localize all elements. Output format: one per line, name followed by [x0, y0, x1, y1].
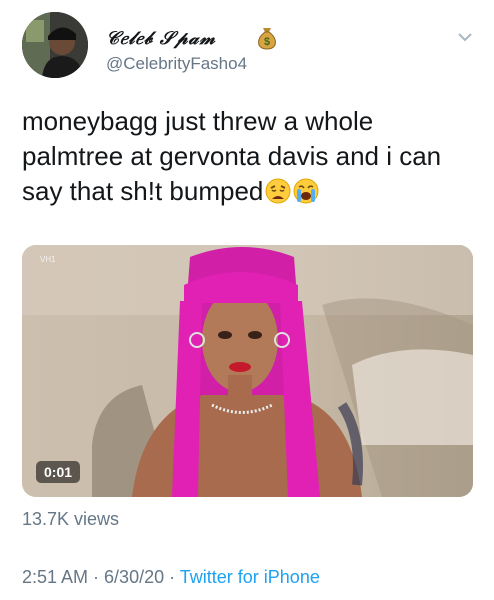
meta-separator: ·	[88, 567, 105, 587]
video-timer: 0:01	[36, 461, 81, 483]
tweet-text: moneybagg just threw a whole palmtree at…	[22, 104, 474, 209]
video-player[interactable]: VH1 0:01	[22, 245, 473, 497]
author-name[interactable]: 𝒞𝑒𝓁𝑒𝒷 𝒮𝓅𝒶𝓂	[106, 28, 216, 49]
avatar[interactable]	[22, 12, 88, 78]
meta-separator-2: ·	[164, 567, 180, 587]
tweet-text-line-3: say that shǃt bumped	[22, 176, 264, 206]
weary-face-icon	[265, 178, 291, 204]
tweet-source-link[interactable]: Twitter for iPhone	[180, 567, 320, 587]
tweet-header: 𝒞𝑒𝓁𝑒𝒷 𝒮𝓅𝒶𝓂 $ @CelebrityFasho4	[22, 12, 482, 80]
chevron-down-icon[interactable]	[456, 30, 474, 44]
tweet-time[interactable]: 2:51 AM	[22, 567, 88, 587]
tweet-date[interactable]: 6/30/20	[104, 567, 164, 587]
video-thumbnail	[22, 245, 473, 497]
money-bag-icon: $	[256, 24, 278, 50]
tweet-text-line-2: palmtree at gervonta davis and i can	[22, 141, 442, 171]
avatar-image	[22, 12, 88, 78]
video-watermark: VH1	[40, 255, 56, 264]
crying-face-icon	[293, 178, 319, 204]
author-handle[interactable]: @CelebrityFasho4	[106, 54, 247, 74]
svg-text:$: $	[264, 36, 270, 48]
view-count: 13.7K views	[22, 509, 120, 529]
tweet-text-line-1: moneybagg just threw a whole	[22, 106, 374, 136]
tweet-meta: 2:51 AM · 6/30/20 · Twitter for iPhone	[22, 567, 320, 588]
